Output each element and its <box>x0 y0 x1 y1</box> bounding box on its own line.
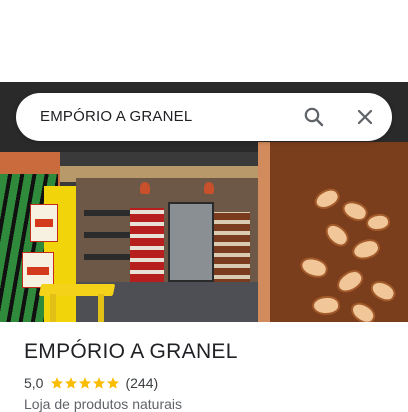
search-input[interactable]: EMPÓRIO A GRANEL <box>40 108 192 125</box>
star-rating <box>50 376 120 390</box>
rating-row[interactable]: 5,0 (244) <box>24 375 158 391</box>
lamp <box>140 182 150 194</box>
promo-sign <box>30 204 58 242</box>
place-title: EMPÓRIO A GRANEL <box>24 340 238 363</box>
brick-pillar <box>258 142 270 322</box>
promo-sign <box>22 252 54 288</box>
search-icon[interactable] <box>302 105 326 129</box>
table-leg <box>98 294 104 322</box>
product-shelf <box>130 208 164 282</box>
star-icon <box>107 377 120 389</box>
table-leg <box>50 294 56 322</box>
search-bar[interactable]: EMPÓRIO A GRANEL <box>16 93 392 141</box>
star-icon <box>65 377 78 389</box>
shelf <box>84 232 132 238</box>
top-blank-area <box>0 0 408 82</box>
star-icon <box>93 377 106 389</box>
rating-value: 5,0 <box>24 375 44 391</box>
shelf <box>84 254 132 260</box>
product-shelf <box>214 212 250 286</box>
lamp <box>204 182 214 194</box>
star-icon <box>51 377 64 389</box>
back-door <box>168 202 214 282</box>
close-icon[interactable] <box>353 105 377 129</box>
shelf <box>84 210 132 216</box>
star-icon <box>79 377 92 389</box>
review-count[interactable]: (244) <box>125 375 158 391</box>
place-category: Loja de produtos naturais <box>24 396 182 412</box>
